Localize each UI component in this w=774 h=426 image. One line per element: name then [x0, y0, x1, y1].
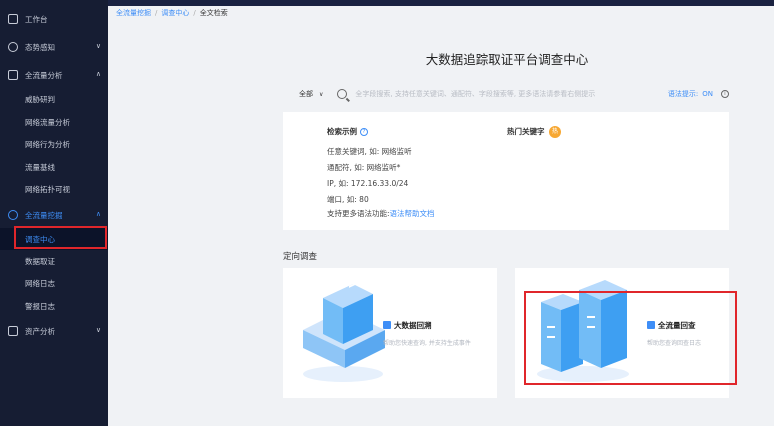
sidebar: 工作台 态势感知 ∨ 全流量分析 ∧ 威胁研判 网络流量分析 网络行为分析 流量… — [0, 0, 108, 426]
breadcrumb-separator: / — [193, 9, 196, 17]
analysis-icon — [8, 70, 18, 80]
sidebar-subitem-network-log[interactable]: 网络日志 — [0, 272, 108, 294]
sidebar-item-label: 全流量挖掘 — [25, 210, 63, 220]
search-examples-panel: 检索示例? 任意关键词, 如: 网络监听 通配符, 如: 网络监听* IP, 如… — [283, 112, 729, 230]
big-data-illustration — [303, 278, 385, 382]
sidebar-item-label: 全流量分析 — [25, 70, 63, 80]
sidebar-subitem-threat[interactable]: 威胁研判 — [0, 88, 108, 110]
examples-heading: 检索示例? — [327, 126, 368, 137]
sidebar-subitem-topology[interactable]: 网络拓扑可视 — [0, 178, 108, 200]
example-more-prefix: 支持更多语法功能: — [327, 209, 390, 218]
sidebar-item-label: 工作台 — [25, 14, 48, 24]
sidebar-subitem-label: 流量基线 — [25, 162, 55, 172]
search-bar: 全部 ∨ 语法提示:ON i — [283, 84, 729, 104]
search-input[interactable] — [355, 90, 646, 98]
breadcrumb-item[interactable]: 全流量挖掘 — [116, 9, 151, 17]
card-title-text: 大数据回溯 — [394, 321, 432, 330]
chevron-up-icon: ∧ — [95, 210, 101, 218]
help-icon[interactable]: ? — [360, 128, 368, 136]
dashboard-icon — [8, 14, 18, 24]
example-line: 任意关键词, 如: 网络监听 — [327, 147, 412, 156]
chevron-down-icon: ∨ — [95, 42, 101, 50]
syntax-help-link[interactable]: 语法帮助文档 — [390, 209, 435, 218]
chevron-up-icon: ∧ — [95, 70, 101, 78]
breadcrumb-current: 全文检索 — [199, 9, 228, 17]
example-line: IP, 如: 172.16.33.0/24 — [327, 179, 409, 188]
breadcrumb-separator: / — [155, 9, 158, 17]
search-icon[interactable] — [337, 89, 348, 99]
card-title: 大数据回溯 — [383, 320, 432, 331]
example-line: 通配符, 如: 网络监听* — [327, 163, 401, 172]
sidebar-item-label: 态势感知 — [25, 42, 55, 52]
hot-badge: 热 — [549, 126, 561, 138]
sidebar-subitem-label: 数据取证 — [25, 256, 55, 266]
card-big-data-backtrack[interactable]: 大数据回溯 帮助您快速查询, 并支持生成事件 — [283, 268, 497, 398]
search-scope-value: 全部 — [299, 90, 313, 98]
sidebar-subitem-baseline[interactable]: 流量基线 — [0, 156, 108, 178]
examples-title: 检索示例 — [327, 127, 357, 136]
info-icon[interactable]: i — [721, 90, 729, 98]
breadcrumb-item[interactable]: 调查中心 — [161, 9, 189, 17]
section-title-directed-investigation: 定向调查 — [283, 252, 318, 262]
hot-keywords-title: 热门关键字 — [507, 127, 545, 136]
example-line: 端口, 如: 80 — [327, 195, 369, 204]
mining-icon — [8, 210, 18, 220]
top-bar — [0, 0, 774, 6]
sidebar-item-workbench[interactable]: 工作台 — [0, 8, 108, 30]
sidebar-item-label: 资产分析 — [25, 326, 55, 336]
syntax-hint-toggle[interactable]: 语法提示: ON — [668, 89, 713, 99]
sidebar-subitem-label: 网络流量分析 — [25, 117, 70, 127]
sidebar-subitem-label: 网络日志 — [25, 278, 55, 288]
syntax-hint-state: ON — [702, 90, 713, 98]
page-title: 大数据追踪取证平台调查中心 — [425, 52, 589, 67]
card-description: 帮助您快速查询, 并支持生成事件 — [383, 340, 471, 347]
breadcrumb: 全流量挖掘 / 调查中心 / 全文检索 — [116, 8, 228, 18]
annotation-highlight-sidebar — [14, 226, 107, 249]
sidebar-subitem-forensics[interactable]: 数据取证 — [0, 250, 108, 272]
sidebar-item-asset-analysis[interactable]: 资产分析 ∨ — [0, 320, 108, 342]
sidebar-item-traffic-mining[interactable]: 全流量挖掘 ∧ — [0, 204, 108, 226]
sidebar-subitem-label: 警报日志 — [25, 301, 55, 311]
edit-icon — [383, 321, 391, 329]
sidebar-item-situation[interactable]: 态势感知 ∨ — [0, 36, 108, 58]
syntax-hint-label: 语法提示: — [667, 90, 699, 98]
sidebar-subitem-alert-log[interactable]: 警报日志 — [0, 295, 108, 317]
sidebar-subitem-label: 网络拓扑可视 — [25, 184, 70, 194]
asset-icon — [8, 326, 18, 336]
sidebar-item-traffic-analysis[interactable]: 全流量分析 ∧ — [0, 64, 108, 86]
sidebar-subitem-traffic[interactable]: 网络流量分析 — [0, 111, 108, 133]
search-scope-select[interactable]: 全部 ∨ — [299, 89, 323, 99]
sidebar-subitem-label: 威胁研判 — [25, 94, 55, 104]
example-more-line: 支持更多语法功能:语法帮助文档 — [327, 208, 435, 219]
chevron-down-icon: ∨ — [95, 326, 101, 334]
chevron-down-icon: ∨ — [319, 91, 324, 98]
situation-icon — [8, 42, 18, 52]
sidebar-subitem-behavior[interactable]: 网络行为分析 — [0, 133, 108, 155]
sidebar-subitem-label: 网络行为分析 — [25, 139, 70, 149]
annotation-highlight-card — [524, 291, 737, 385]
